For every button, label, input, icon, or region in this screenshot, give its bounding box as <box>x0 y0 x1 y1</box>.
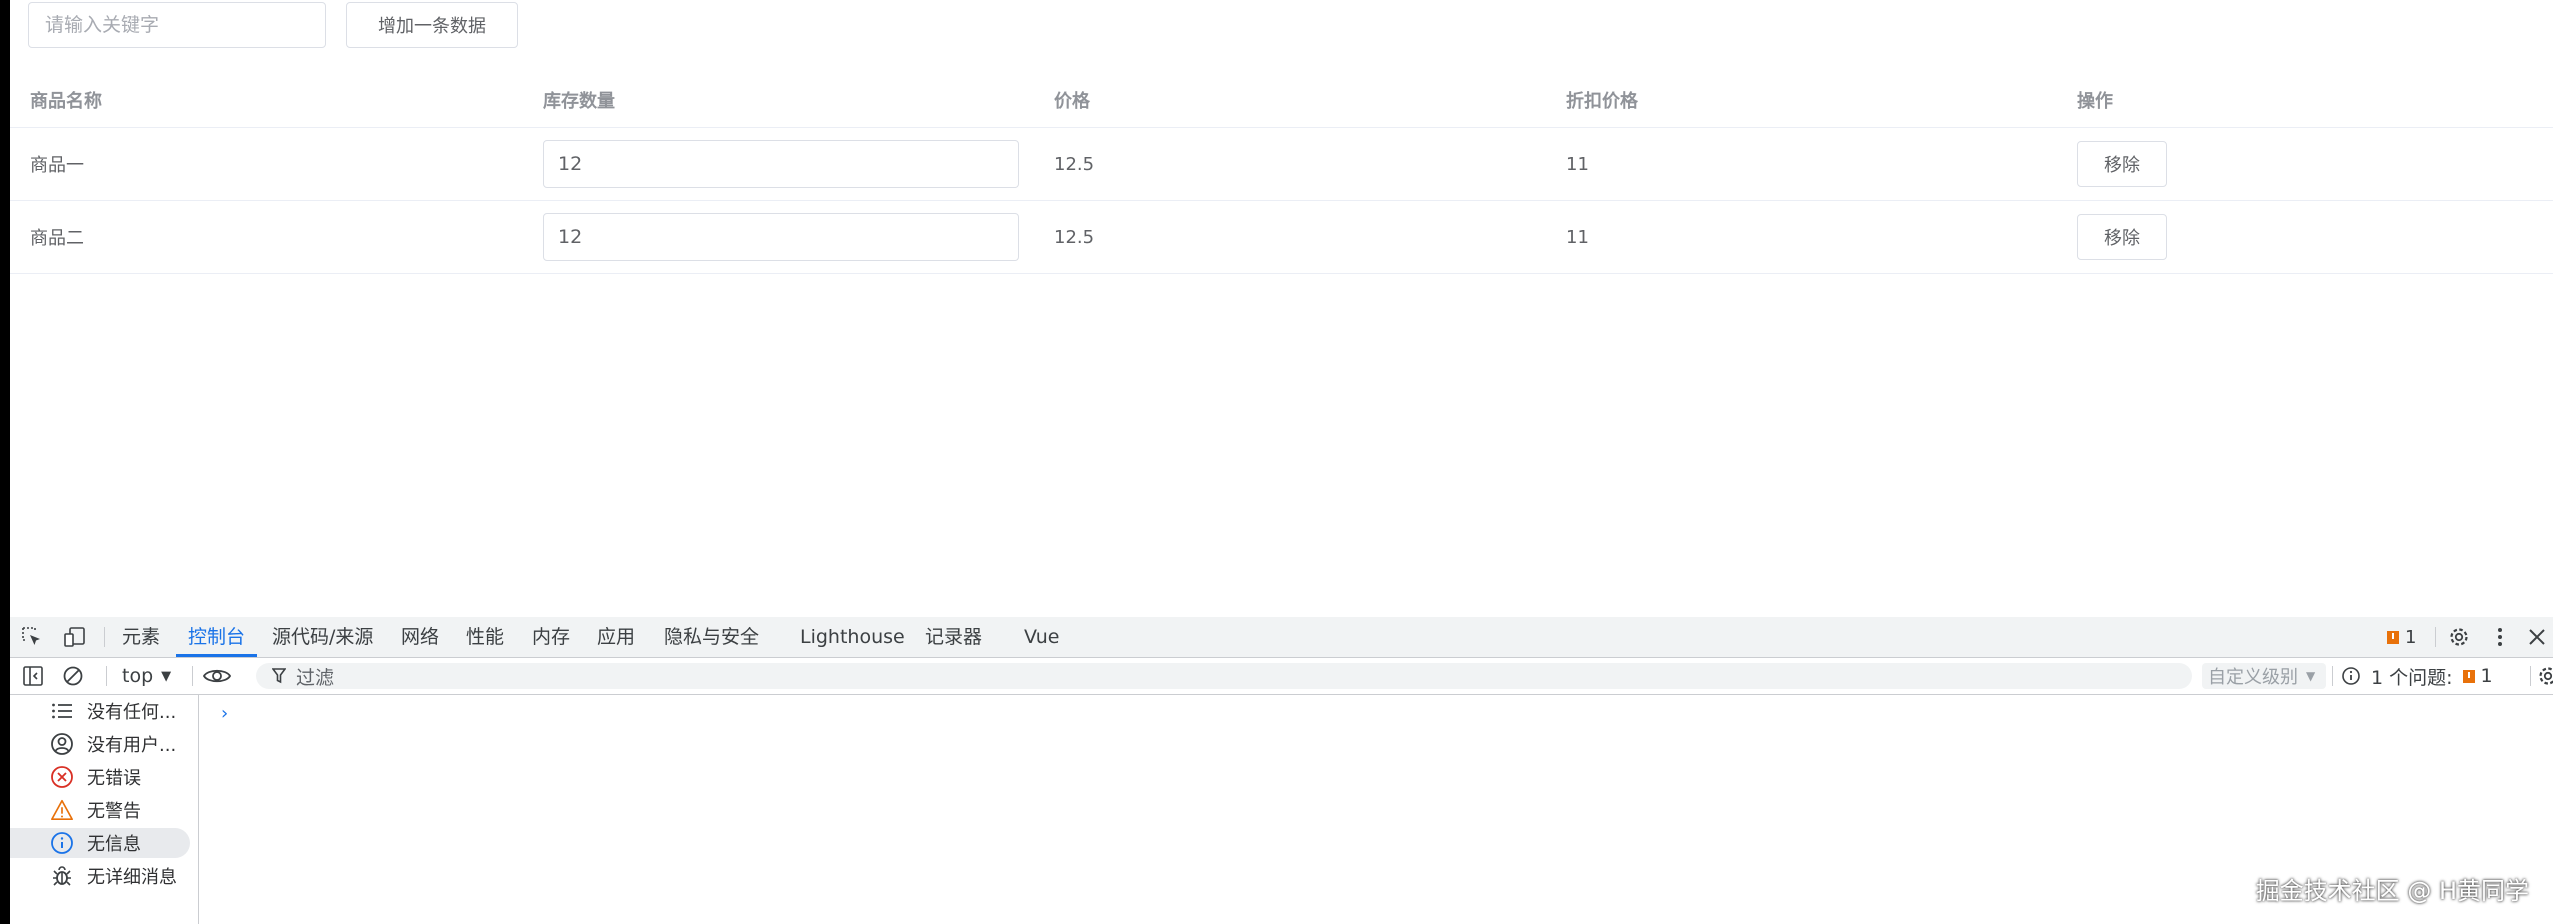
issues-count: 1 <box>2480 665 2493 687</box>
dropdown-arrow-icon: ▼ <box>2306 669 2316 683</box>
more-options-icon[interactable] <box>2488 625 2512 649</box>
sidebar-item-info[interactable]: 无信息 <box>10 828 190 858</box>
settings-gear-icon[interactable] <box>2447 625 2471 649</box>
tab-sources[interactable]: 源代码/来源 <box>272 617 373 657</box>
table-row: 商品一 12.5 11 移除 <box>10 128 2553 201</box>
sidebar-item-messages[interactable]: 没有任何... <box>10 696 190 726</box>
add-row-button[interactable]: 增加一条数据 <box>346 2 518 48</box>
sidebar-item-errors[interactable]: 无错误 <box>10 762 190 792</box>
warning-icon <box>50 798 74 822</box>
log-level-label: 自定义级别 <box>2208 667 2298 688</box>
log-level-select[interactable]: 自定义级别 ▼ <box>2202 663 2326 689</box>
search-input[interactable] <box>28 2 326 48</box>
console-sidebar: 没有任何... 没有用户... 无错误 无警告 无信息 无详细消息 <box>10 695 199 924</box>
header-price: 价格 <box>1054 90 1090 112</box>
close-icon[interactable] <box>2525 625 2549 649</box>
issue-count: 1 <box>2405 626 2417 648</box>
context-selector[interactable]: top ▼ <box>122 664 171 688</box>
separator <box>192 666 193 686</box>
tab-performance[interactable]: 性能 <box>466 617 504 657</box>
page-content: 增加一条数据 商品名称 库存数量 价格 折扣价格 操作 商品一 12.5 11 … <box>10 0 2553 617</box>
tab-recorder[interactable]: 记录器 <box>925 617 982 657</box>
sidebar-item-verbose[interactable]: 无详细消息 <box>10 861 190 891</box>
sidebar-item-warnings[interactable]: 无警告 <box>10 795 190 825</box>
tab-elements[interactable]: 元素 <box>122 617 160 657</box>
separator <box>104 627 105 647</box>
filter-funnel-icon <box>272 668 286 684</box>
error-icon <box>50 765 74 789</box>
price-cell: 12.5 <box>1054 226 1095 248</box>
separator <box>2332 666 2333 686</box>
separator <box>2435 627 2436 647</box>
filter-placeholder: 过滤 <box>296 666 335 689</box>
tab-vue[interactable]: Vue <box>1024 617 1059 657</box>
console-toolbar: top ▼ 过滤 自定义级别 ▼ 1 个问题: 1 <box>10 658 2553 695</box>
issues-badge[interactable]: 1 <box>2387 617 2416 657</box>
sidebar-item-label: 没有任何... <box>87 702 177 723</box>
inspect-element-icon[interactable] <box>20 625 44 649</box>
remove-button[interactable]: 移除 <box>2077 141 2167 187</box>
clear-console-icon[interactable] <box>62 664 84 688</box>
action-cell: 移除 <box>2077 128 2167 200</box>
discount-price-cell: 11 <box>1566 226 1589 248</box>
action-cell: 移除 <box>2077 201 2167 273</box>
header-discount: 折扣价格 <box>1566 90 1638 112</box>
live-expression-eye-icon[interactable] <box>202 664 232 688</box>
product-name: 商品一 <box>30 155 84 176</box>
sidebar-item-label: 没有用户... <box>87 735 177 756</box>
separator <box>2530 666 2531 686</box>
bug-icon <box>50 864 74 888</box>
sidebar-item-label: 无错误 <box>87 768 141 789</box>
info-icon <box>50 831 74 855</box>
issues-label: 1 个问题: <box>2371 666 2453 689</box>
product-name: 商品二 <box>30 228 84 249</box>
separator <box>106 666 107 686</box>
console-prompt-chevron-icon: › <box>221 703 229 724</box>
tab-network[interactable]: 网络 <box>401 617 439 657</box>
sidebar-item-user-messages[interactable]: 没有用户... <box>10 729 190 759</box>
tab-console[interactable]: 控制台 <box>175 617 258 657</box>
issue-flag-icon <box>2462 669 2475 683</box>
quantity-input[interactable] <box>543 213 1019 261</box>
left-edge-strip <box>0 0 10 924</box>
price-cell: 12.5 <box>1054 153 1095 175</box>
quantity-cell <box>543 201 1019 273</box>
filter-input[interactable]: 过滤 <box>256 663 2192 689</box>
show-sidebar-icon[interactable] <box>22 664 44 688</box>
watermark: 掘金技术社区 @ H黄同学 <box>2255 877 2529 905</box>
header-quantity: 库存数量 <box>543 90 615 112</box>
discount-price-cell: 11 <box>1566 153 1589 175</box>
quantity-input[interactable] <box>543 140 1019 188</box>
context-label: top <box>122 665 154 687</box>
user-icon <box>50 732 74 756</box>
sidebar-item-label: 无详细消息 <box>87 867 177 888</box>
product-table: 商品名称 库存数量 价格 折扣价格 操作 商品一 12.5 11 移除 商品二 … <box>10 72 2553 274</box>
remove-button[interactable]: 移除 <box>2077 214 2167 260</box>
tab-memory[interactable]: 内存 <box>532 617 570 657</box>
table-header-row: 商品名称 库存数量 价格 折扣价格 操作 <box>10 72 2553 128</box>
devtools-panel: 元素 控制台 源代码/来源 网络 性能 内存 应用 隐私与安全 Lighthou… <box>10 617 2553 924</box>
list-icon <box>50 699 74 723</box>
device-toolbar-icon[interactable] <box>63 625 87 649</box>
issue-flag-icon <box>2387 630 2399 644</box>
devtools-tab-bar: 元素 控制台 源代码/来源 网络 性能 内存 应用 隐私与安全 Lighthou… <box>10 617 2553 658</box>
tab-lighthouse[interactable]: Lighthouse <box>800 617 905 657</box>
dropdown-arrow-icon: ▼ <box>161 668 172 684</box>
tab-application[interactable]: 应用 <box>597 617 635 657</box>
info-circle-icon <box>2341 666 2361 686</box>
quantity-cell <box>543 128 1019 200</box>
sidebar-item-label: 无警告 <box>87 801 141 822</box>
header-action: 操作 <box>2077 90 2113 112</box>
header-name: 商品名称 <box>30 90 102 112</box>
console-output[interactable]: › 掘金技术社区 @ H黄同学 <box>199 695 2553 924</box>
table-row: 商品二 12.5 11 移除 <box>10 201 2553 274</box>
tab-privacy-security[interactable]: 隐私与安全 <box>664 617 759 657</box>
console-settings-gear-icon[interactable] <box>2537 664 2553 688</box>
sidebar-item-label: 无信息 <box>87 834 141 855</box>
issues-counter[interactable]: 1 个问题: 1 <box>2341 664 2493 689</box>
